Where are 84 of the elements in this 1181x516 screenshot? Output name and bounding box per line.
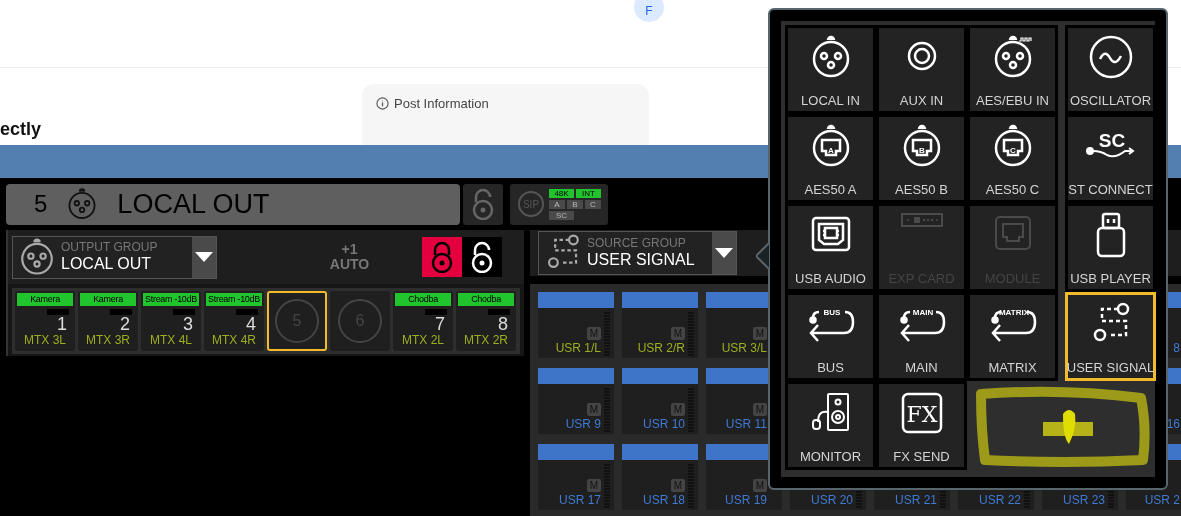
channel-name-tag: Stream -10dB bbox=[206, 293, 262, 306]
channel-meter bbox=[173, 309, 195, 315]
channel-source: MTX 2R bbox=[463, 333, 509, 348]
signal-label: USR 18 bbox=[642, 492, 685, 508]
channel-meter bbox=[110, 309, 132, 315]
output-title: LOCAL OUT bbox=[117, 187, 270, 221]
channel-number: 3 bbox=[183, 315, 193, 333]
source-option[interactable]: B AES50 B bbox=[876, 114, 967, 203]
unlocked-padlock-icon bbox=[470, 188, 496, 220]
status-badge: B bbox=[567, 199, 583, 209]
source-option[interactable]: C AES50 C bbox=[967, 114, 1058, 203]
channel-number: 2 bbox=[120, 315, 130, 333]
source-option[interactable]: SC ST CONNECT bbox=[1065, 114, 1156, 203]
channel-name-tag: Chodba bbox=[458, 293, 514, 306]
channel-source: MTX 4L bbox=[149, 333, 193, 348]
output-group-selector[interactable]: OUTPUT GROUP LOCAL OUT bbox=[12, 235, 217, 279]
card-title: Post Information bbox=[394, 95, 489, 113]
channel-name-tag: Stream -10dB bbox=[143, 293, 199, 306]
channel-number: 4 bbox=[246, 315, 256, 333]
status-badge: INT bbox=[576, 188, 601, 198]
signal-label: USR 9 bbox=[565, 416, 601, 432]
signal-label: 16 bbox=[1166, 416, 1180, 432]
source-option[interactable]: USB AUDIO bbox=[785, 203, 876, 292]
signal-label: USR 17 bbox=[558, 492, 601, 508]
channel-number: 8 bbox=[498, 315, 508, 333]
signal-label: USR 20 bbox=[810, 492, 853, 508]
channel-number: 7 bbox=[435, 315, 445, 333]
source-group-selector[interactable]: SOURCE GROUP USER SIGNAL bbox=[538, 231, 737, 275]
channel-slot[interactable]: Stream -10dB 4 MTX 4R bbox=[204, 291, 264, 351]
channel-source: MTX 3R bbox=[85, 333, 131, 348]
channel-slot[interactable]: Kamera 2 MTX 3R bbox=[78, 291, 138, 351]
source-option[interactable]: BUS BUS bbox=[785, 292, 876, 381]
signal-label: USR 22 bbox=[978, 492, 1021, 508]
lock-button[interactable] bbox=[463, 183, 503, 225]
dropdown-caret-icon bbox=[195, 252, 213, 262]
avatar[interactable]: F bbox=[634, 0, 664, 22]
channel-source: MTX 2L bbox=[401, 333, 445, 348]
channel-meter bbox=[488, 309, 510, 315]
source-option[interactable]: FX FX SEND bbox=[876, 381, 967, 470]
signal-label: USR 2/R bbox=[637, 340, 685, 356]
unlocked-padlock-icon bbox=[469, 241, 495, 273]
source-option[interactable]: MATRIX MATRIX bbox=[967, 292, 1058, 381]
channel-slot[interactable]: Chodba 8 MTX 2R bbox=[456, 291, 516, 351]
info-icon bbox=[376, 97, 389, 111]
signal-label: USR 11 bbox=[725, 416, 767, 432]
signal-label: USR 21 bbox=[894, 492, 937, 508]
signal-label: USR 10 bbox=[642, 416, 685, 432]
status-badge: SC bbox=[549, 210, 574, 220]
count-label: +1 bbox=[341, 242, 358, 257]
source-option[interactable]: AUX IN bbox=[876, 25, 967, 114]
status-badge: 48K bbox=[549, 188, 574, 198]
channel-name-tag: Kamera bbox=[17, 293, 73, 306]
channel-slot[interactable]: Kamera 1 MTX 3L bbox=[15, 291, 75, 351]
status-badge: C bbox=[585, 199, 601, 209]
signal-label: USR 23 bbox=[1062, 492, 1105, 508]
signal-label: USR 3/L bbox=[721, 340, 767, 356]
source-option[interactable]: AES/EBU IN bbox=[967, 25, 1058, 114]
output-number: 5 bbox=[34, 189, 48, 219]
signal-label: USR 2 bbox=[1144, 492, 1180, 508]
channel-source: MTX 4R bbox=[211, 333, 257, 348]
channel-source: MTX 3L bbox=[23, 333, 67, 348]
source-option[interactable]: USB PLAYER bbox=[1065, 203, 1156, 292]
channel-name-tag: Kamera bbox=[80, 293, 136, 306]
signal-label: USR 1/L bbox=[555, 340, 601, 356]
signal-label: USR 19 bbox=[724, 492, 767, 508]
source-option[interactable]: A AES50 A bbox=[785, 114, 876, 203]
lock-button[interactable] bbox=[422, 237, 462, 277]
channel-name-tag: Chodba bbox=[395, 293, 451, 306]
channel-meter bbox=[425, 309, 447, 315]
source-option[interactable]: OSCILLATOR bbox=[1065, 25, 1156, 114]
status-badge: A bbox=[549, 199, 565, 209]
source-option[interactable]: MONITOR bbox=[785, 381, 876, 470]
dropdown-caret-icon bbox=[715, 248, 733, 258]
channel-meter bbox=[47, 309, 69, 315]
channel-slot[interactable]: Stream -10dB 3 MTX 4L bbox=[141, 291, 201, 351]
source-option[interactable]: MAIN MAIN bbox=[876, 292, 967, 381]
mode-label: AUTO bbox=[329, 257, 370, 272]
signal-label: 8 bbox=[1173, 340, 1180, 356]
source-option[interactable]: LOCAL IN bbox=[785, 25, 876, 114]
post-heading: ectly bbox=[0, 119, 42, 139]
padlock-icon bbox=[429, 241, 455, 273]
channel-slot[interactable]: Chodba 7 MTX 2L bbox=[393, 291, 453, 351]
channel-meter bbox=[236, 309, 258, 315]
channel-number: 1 bbox=[57, 315, 67, 333]
